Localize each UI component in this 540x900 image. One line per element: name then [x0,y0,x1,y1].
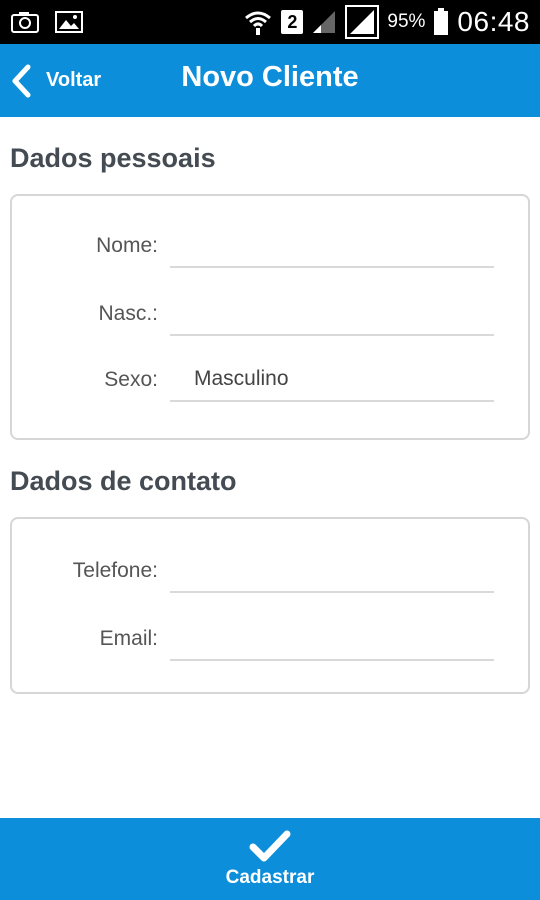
phone-input[interactable] [170,549,494,593]
status-bar-system: 2 95% 06:48 [243,5,530,39]
status-bar-notifications [10,10,84,34]
app-header: Voltar Novo Cliente [0,44,540,117]
sim-badge: 2 [281,10,304,34]
email-label: Email: [99,627,158,650]
signal-icon-sim1 [311,9,337,35]
page-title: Novo Cliente [181,60,359,93]
birth-date-input[interactable] [170,292,494,336]
checkmark-icon [248,829,292,865]
battery-icon [433,8,449,36]
field-row-email: Email: [12,607,528,673]
personal-data-card: Nome: Nasc.: Sexo: Masculino [10,194,530,440]
status-bar: 2 95% 06:48 [0,0,540,44]
battery-percent: 95% [387,11,426,32]
submit-label: Cadastrar [225,867,315,888]
name-label: Nome: [96,234,158,257]
field-row-sex: Sexo: Masculino [12,348,528,414]
field-row-birth: Nasc.: [12,282,528,348]
sex-select[interactable]: Masculino [170,358,494,402]
birth-label: Nasc.: [98,302,158,325]
wifi-icon [243,7,273,37]
submit-button[interactable]: Cadastrar [0,818,540,900]
section-title-personal: Dados pessoais [10,143,216,173]
field-row-name: Nome: [12,214,528,280]
sex-label: Sexo: [104,368,158,391]
contact-data-card: Telefone: Email: [10,517,530,694]
phone-label: Telefone: [72,559,158,582]
screenshot-icon [10,10,40,34]
gallery-icon [54,10,84,34]
clock: 06:48 [457,6,530,37]
section-title-contact: Dados de contato [10,466,237,496]
signal-icon-sim2 [345,5,380,39]
field-row-phone: Telefone: [12,539,528,605]
email-input[interactable] [170,617,494,661]
name-input[interactable] [170,224,494,268]
